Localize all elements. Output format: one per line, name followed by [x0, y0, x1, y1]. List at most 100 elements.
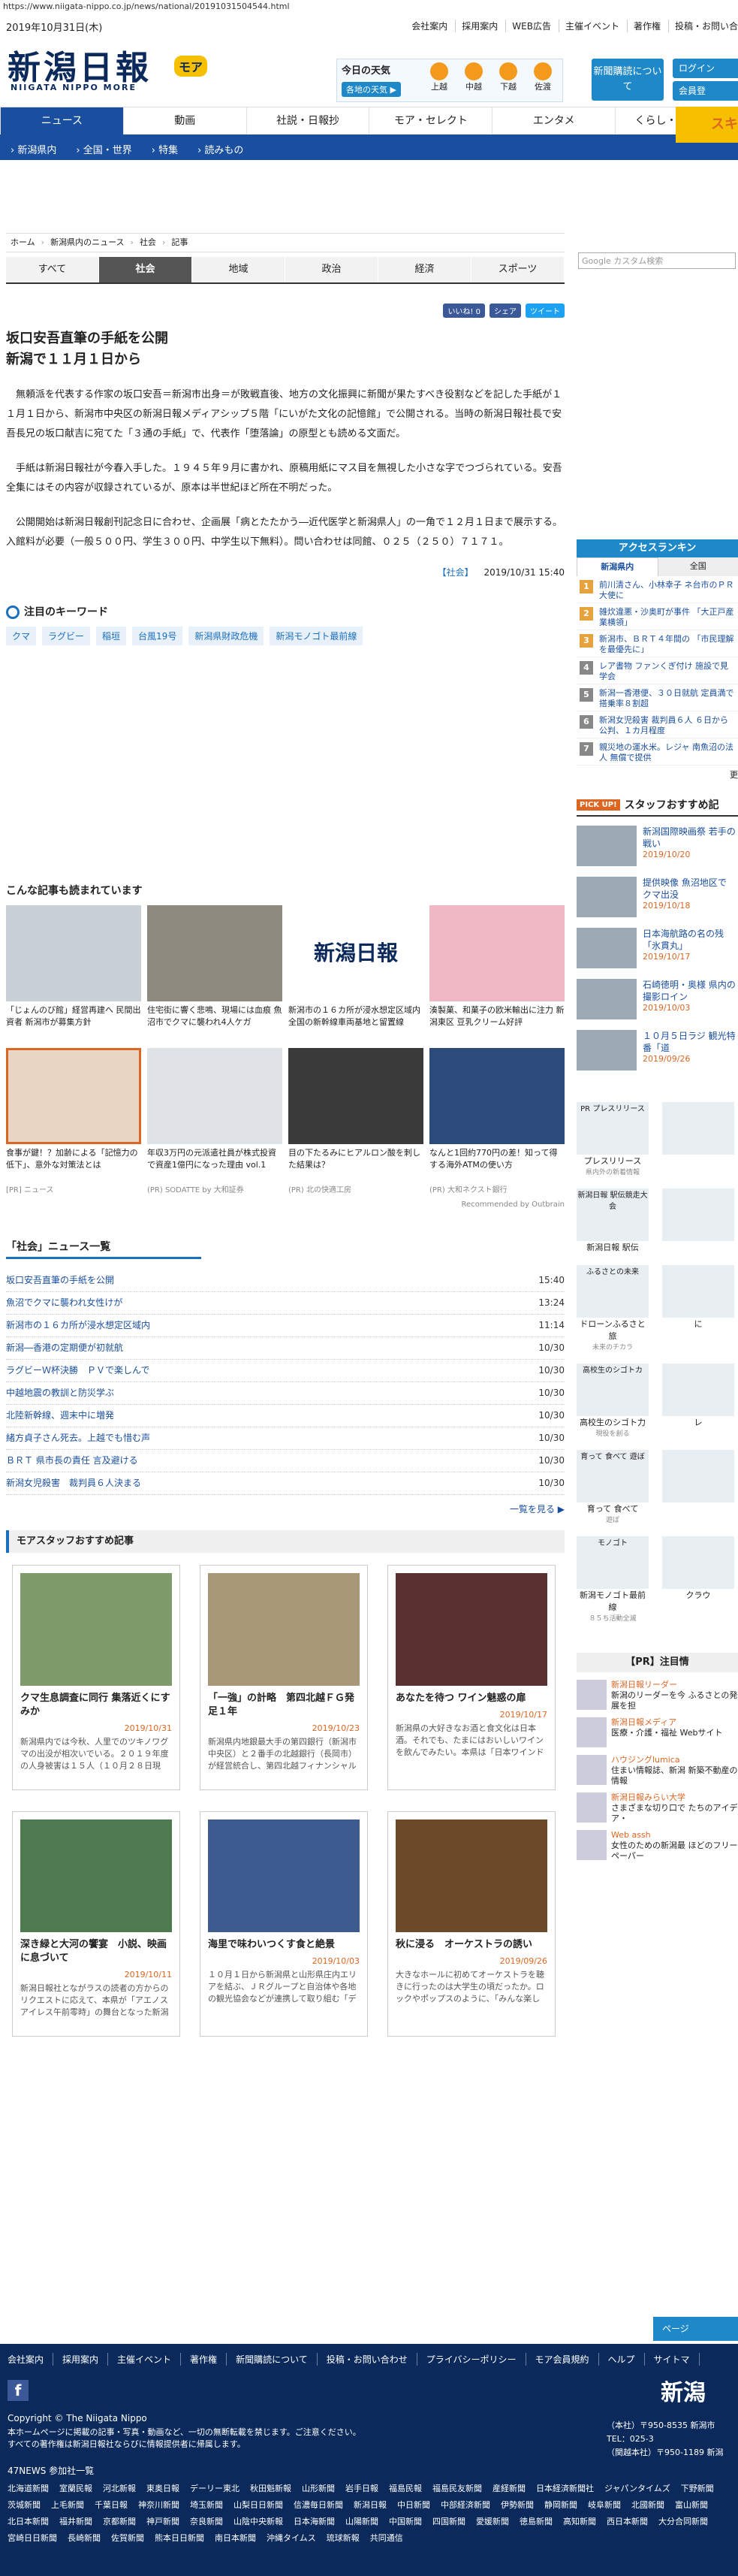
recommend-item[interactable]: 新潟日報 新潟市の１６カ所が浸水想定区域内 全国の新幹線車両基地と留置線 — [288, 905, 423, 1040]
header-link-events[interactable]: 主催イベント — [558, 20, 619, 32]
footer-link[interactable]: 主催イベント — [117, 2353, 182, 2366]
newspaper-link[interactable]: 山陽新聞 — [345, 2515, 378, 2527]
ad-item[interactable]: 新潟日報メディア 医療・介護・福祉 Webサイト — [577, 1717, 738, 1747]
nav-entertainment[interactable]: エンタメ — [492, 107, 615, 134]
footer-link[interactable]: 新聞購読について — [236, 2353, 318, 2366]
list-more-link[interactable]: 一覧を見る ▶ — [6, 1502, 565, 1515]
newspaper-link[interactable]: 東奥日報 — [146, 2482, 179, 2494]
list-item[interactable]: ＢＲＴ 県市長の責任 言及避ける 10/30 — [6, 1450, 565, 1472]
list-item[interactable]: 魚沼でクマに襲われ女性けが 13:24 — [6, 1292, 565, 1315]
promo-banner[interactable]: 新潟日報 駅伝競走大会 新潟日報 駅伝 — [577, 1188, 649, 1253]
newspaper-link[interactable]: 沖縄タイムス — [267, 2532, 316, 2544]
subscribe-button[interactable]: 新聞購読について — [592, 59, 664, 101]
subnav-local[interactable]: 新潟県内 — [11, 142, 56, 156]
staff-item[interactable]: 秋に浸る オーケストラの誘い 2019/09/26 大きなホールに初めてオーケストラ… — [387, 1811, 556, 2037]
ranking-item[interactable]: 2 雑炊違悪・沙奥町が事件 「大正戸産業横領」 — [577, 603, 738, 630]
list-item[interactable]: 中越地震の教訓と防災学ぶ 10/30 — [6, 1382, 565, 1405]
staff-item[interactable]: クマ生息調査に同行 集落近くにすみか 2019/10/31 新潟県内では今秋、人里で… — [12, 1565, 180, 1790]
newspaper-link[interactable]: 神奈川新聞 — [138, 2499, 179, 2511]
ranking-item[interactable]: 5 新潟一香港便、３０日就航 定員満で搭乗率８割超 — [577, 684, 738, 711]
newspaper-link[interactable]: 室蘭民報 — [59, 2482, 92, 2494]
newspaper-link[interactable]: ジャパンタイムズ — [604, 2482, 670, 2494]
promo-banner[interactable]: PR プレスリリース プレスリリース 県内外の新着情報 — [577, 1102, 649, 1176]
promo-banner[interactable] — [662, 1102, 734, 1176]
breadcrumb-home[interactable]: ホーム — [11, 234, 35, 252]
newspaper-link[interactable]: 北海道新聞 — [8, 2482, 49, 2494]
newspaper-link[interactable]: 河北新報 — [103, 2482, 136, 2494]
staff-item[interactable]: 海里で味わいつくす食と絶景 2019/10/03 １０月１日から新潟県と山形県庄内エ… — [200, 1811, 368, 2037]
recommend-item[interactable]: 住宅街に響く悲鳴、現場には血痕 魚沼市でクマに襲われ4人ケガ — [147, 905, 282, 1040]
pickup-item[interactable]: 提供映像 魚沼地区で クマ出没 2019/10/18 — [577, 877, 738, 919]
keyword-tag[interactable]: ラグビー — [42, 627, 91, 645]
ad-item[interactable]: 新潟日報リーダー 新潟のリーダーを今 ふるさとの発展を担 — [577, 1680, 738, 1711]
subnav-reading[interactable]: 読みもの — [197, 142, 243, 156]
tab-society[interactable]: 社会 — [99, 257, 192, 282]
nav-video[interactable]: 動画 — [122, 107, 246, 134]
promo-banner[interactable]: 育って 食べて 遊ぼ 育って 食べて 遊ぼ — [577, 1450, 649, 1524]
promo-banner[interactable] — [662, 1188, 734, 1253]
header-link-company[interactable]: 会社案内 — [411, 20, 447, 32]
ranking-item[interactable]: 7 親災地の運水米。レジャ 南魚沼の法人 無償で提供 — [577, 738, 738, 766]
pickup-item[interactable]: １０月５日ラジ 観光特番「道 2019/09/26 — [577, 1030, 738, 1072]
newspaper-link[interactable]: 山梨日日新聞 — [233, 2499, 283, 2511]
promo-banner[interactable]: ふるさとの未来 ドローンふるさと旅 未来のチカラ — [577, 1265, 649, 1351]
nav-moa-select[interactable]: モア・セレクト — [369, 107, 492, 134]
newspaper-link[interactable]: 千葉日報 — [95, 2499, 128, 2511]
tab-politics[interactable]: 政治 — [285, 257, 378, 282]
footer-link[interactable]: 会社案内 — [8, 2353, 54, 2366]
footer-link[interactable]: サイトマ — [654, 2353, 700, 2366]
recommend-item[interactable]: 目の下たるみにヒアルロン酸を刺した結果は？ (PR) 北の快適工房 — [288, 1048, 423, 1194]
newspaper-link[interactable]: 岩手日報 — [345, 2482, 378, 2494]
list-item[interactable]: 緒方貞子さん死去。上越でも惜む声 10/30 — [6, 1427, 565, 1450]
list-item[interactable]: 北陸新幹線、週末中に増発 10/30 — [6, 1405, 565, 1427]
list-item[interactable]: 新潟市の１６カ所が浸水想定区域内 11:14 — [6, 1315, 565, 1337]
footer-link[interactable]: ヘルプ — [608, 2353, 645, 2366]
newspaper-link[interactable]: 岐阜新聞 — [588, 2499, 621, 2511]
newspaper-link[interactable]: 信濃毎日新聞 — [294, 2499, 343, 2511]
weather-city-joetsu[interactable]: 上越 — [424, 62, 454, 92]
newspaper-link[interactable]: 秋田魁新報 — [250, 2482, 291, 2494]
newspaper-link[interactable]: 伊勢新聞 — [501, 2499, 534, 2511]
pickup-item[interactable]: 日本海航路の名の残「氷貫丸」 2019/10/17 — [577, 928, 738, 970]
recommend-item[interactable]: 湊製菓、和菓子の欧米輸出に注力 新潟東区 豆乳クリーム好評 — [429, 905, 565, 1040]
newspaper-link[interactable]: 日本経済新聞社 — [536, 2482, 594, 2494]
newspaper-link[interactable]: 静岡新聞 — [544, 2499, 577, 2511]
like-button[interactable]: いいね! 0 — [443, 304, 485, 318]
newspaper-link[interactable]: 中国新聞 — [389, 2515, 422, 2527]
newspaper-link[interactable]: 共同通信 — [370, 2532, 403, 2544]
pickup-item[interactable]: 石崎徳明・奥様 県内の撮影ロイン 2019/10/03 — [577, 979, 738, 1021]
search-input[interactable]: Google カスタム検索 — [578, 252, 736, 269]
newspaper-link[interactable]: 中日新聞 — [397, 2499, 430, 2511]
newspaper-link[interactable]: 高知新聞 — [563, 2515, 596, 2527]
promo-banner[interactable] — [662, 1450, 734, 1524]
footer-link[interactable]: プライバシーポリシー — [426, 2353, 526, 2366]
page-top-button[interactable]: ページ — [653, 2317, 738, 2341]
facebook-icon[interactable]: f — [8, 2380, 29, 2401]
recommend-item[interactable]: 「じょんのび館」経営再建へ 民間出資者 新潟市が募集方針 — [6, 905, 141, 1040]
register-button[interactable]: 会員登 — [673, 81, 738, 101]
newspaper-link[interactable]: 四国新聞 — [432, 2515, 465, 2527]
recommend-item[interactable]: 食事が鍵！？加齢による「記憶力の低下」、意外な対策法とは [PR] ニュース — [6, 1048, 141, 1194]
weather-city-sado[interactable]: 佐渡 — [528, 62, 558, 92]
staff-item[interactable]: 「一強」の計略 第四北越ＦＧ発足１年 2019/10/23 新潟県内地銀最大手の第四… — [200, 1565, 368, 1790]
breadcrumb-local[interactable]: 新潟県内のニュース — [50, 234, 124, 252]
promo-banner[interactable]: クラウ — [662, 1536, 734, 1623]
newspaper-link[interactable]: 福島民報 — [389, 2482, 422, 2494]
weather-link[interactable]: 各地の天気 ▶ — [342, 82, 401, 97]
promo-banner[interactable]: モノゴト 新潟モノゴト最前線 ８５ち活動全滅 — [577, 1536, 649, 1623]
nav-news[interactable]: ニュース — [0, 107, 123, 134]
ad-item[interactable]: Web assh 女性のための新潟最 ほどのフリーペーパー — [577, 1830, 738, 1861]
newspaper-link[interactable]: 佐賀新聞 — [111, 2532, 144, 2544]
ranking-item[interactable]: 1 前川清さん、小林幸子 ネ台市のＰＲ大使に — [577, 576, 738, 603]
newspaper-link[interactable]: 富山新聞 — [675, 2499, 708, 2511]
nav-editorial[interactable]: 社説・日報抄 — [245, 107, 369, 134]
list-item[interactable]: 新潟―香港の定期便が初就航 10/30 — [6, 1337, 565, 1360]
promo-banner[interactable]: レ — [662, 1363, 734, 1438]
ranking-item[interactable]: 4 レア書物 ファンくぎ付け 施設で見学会 — [577, 657, 738, 684]
footer-link[interactable]: 投稿・お問い合わせ — [327, 2353, 417, 2366]
header-banner[interactable]: スキ — [676, 107, 738, 143]
newspaper-link[interactable]: 京都新聞 — [103, 2515, 136, 2527]
newspaper-link[interactable]: 産経新聞 — [493, 2482, 526, 2494]
recommend-item[interactable]: 年収3万円の元派遣社員が株式投資で資産1億円になった理由 vol.1 (PR) S… — [147, 1048, 282, 1194]
header-link-web-ad[interactable]: WEB広告 — [505, 20, 551, 32]
